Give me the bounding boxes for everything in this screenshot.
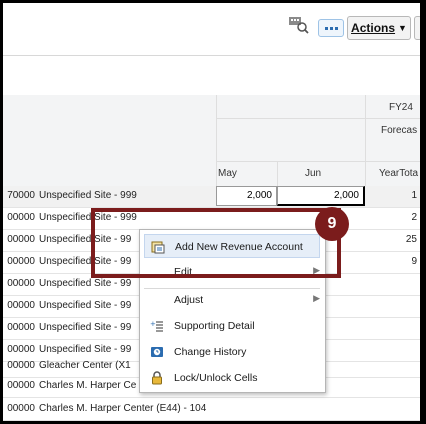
row-code: 00000	[7, 278, 35, 289]
row-name: Unspecified Site - 99	[39, 278, 132, 289]
callout-highlight	[91, 208, 341, 278]
lock-icon	[150, 371, 164, 385]
row-code: 00000	[7, 380, 35, 391]
menu-item-label: Lock/Unlock Cells	[174, 372, 258, 384]
year-total-cell: 2	[411, 212, 417, 223]
year-total-header: YearTota	[379, 168, 419, 179]
year-total-cell: 1	[411, 190, 417, 201]
row-code: 00000	[7, 300, 35, 311]
month-header-jun: Jun	[305, 168, 322, 179]
menu-item-label: Change History	[174, 346, 247, 358]
row-code: 00000	[7, 322, 35, 333]
row-name: Unspecified Site - 99	[39, 344, 132, 355]
row-name: Gleacher Center (X1	[39, 360, 131, 371]
jun-cell[interactable]: 2,000	[277, 186, 365, 206]
menu-item-supporting-detail[interactable]: + Supporting Detail	[144, 314, 320, 338]
menu-item-label: Supporting Detail	[174, 320, 255, 332]
scenario-header: Forecas	[381, 125, 418, 136]
year-total-cell: 25	[405, 234, 417, 245]
row-code: 00000	[7, 256, 35, 267]
row-code: 00000	[7, 234, 35, 245]
year-header: FY24	[389, 102, 413, 113]
row-code: 00000	[7, 360, 35, 371]
may-cell[interactable]: 2,000	[216, 186, 277, 206]
actions-button[interactable]: Actions ▼	[347, 16, 411, 40]
row-name: Unspecified Site - 999	[39, 190, 137, 201]
menu-item-label: Adjust	[174, 294, 204, 306]
actions-label: Actions	[351, 21, 396, 35]
chevron-down-icon: ▼	[398, 23, 407, 33]
row-name: Charles M. Harper Center (E44) - 104	[39, 403, 207, 414]
menu-item-lock-unlock-cells[interactable]: Lock/Unlock Cells	[144, 366, 320, 390]
supporting-detail-icon: +	[150, 319, 164, 333]
row-name: Charles M. Harper Ce	[39, 380, 137, 391]
menu-item-adjust[interactable]: Adjust ▶	[144, 288, 320, 312]
table-row: 70000 Unspecified Site - 999 2,000 2,000…	[3, 186, 420, 208]
row-code: 70000	[7, 190, 35, 201]
change-history-icon	[150, 345, 164, 359]
chevron-right-icon: ▶	[313, 293, 320, 303]
row-code: 00000	[7, 403, 35, 414]
toolbar: Actions ▼	[3, 3, 420, 56]
table-row: 00000 Charles M. Harper Center (E44) - 1…	[3, 399, 420, 421]
app-frame: Actions ▼ FY24 Forecas May Jun YearTota …	[3, 3, 420, 421]
row-name: Unspecified Site - 99	[39, 300, 132, 311]
year-total-cell: 9	[411, 256, 417, 267]
menu-item-change-history[interactable]: Change History	[144, 340, 320, 364]
row-name: Unspecified Site - 99	[39, 322, 132, 333]
find-icon[interactable]	[288, 15, 310, 35]
more-dots-icon[interactable]	[318, 19, 344, 37]
row-code: 00000	[7, 212, 35, 223]
toolbar-overflow-button[interactable]	[414, 16, 420, 40]
callout-badge: 9	[315, 207, 349, 241]
row-code: 00000	[7, 344, 35, 355]
grid-header	[3, 95, 420, 190]
month-header-may: May	[218, 168, 237, 179]
svg-text:+: +	[150, 320, 156, 328]
